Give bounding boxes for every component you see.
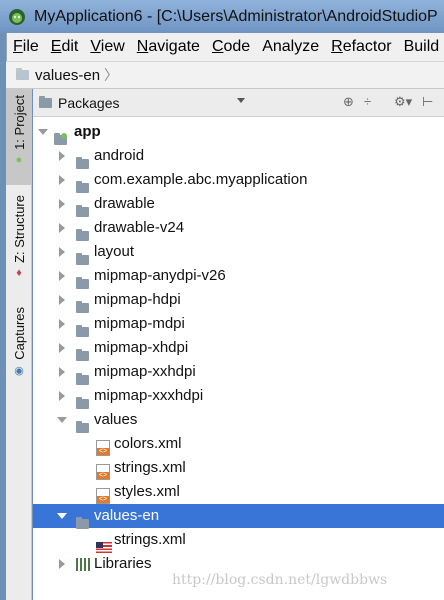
- tree-item-values[interactable]: values: [33, 408, 444, 433]
- captures-icon: ◉: [14, 364, 24, 377]
- tree-item-label: colors.xml: [114, 435, 182, 452]
- menu-build[interactable]: Build: [398, 38, 444, 56]
- menu-file[interactable]: File: [7, 38, 45, 56]
- chevron-right-icon[interactable]: [59, 223, 65, 233]
- chevron-right-icon[interactable]: [59, 319, 65, 329]
- tree-item-label: drawable: [94, 195, 155, 212]
- breadcrumb-item-values-en[interactable]: values-en: [35, 67, 100, 84]
- tree-item-label: mipmap-mdpi: [94, 315, 185, 332]
- menu-edit[interactable]: Edit: [45, 38, 85, 56]
- xml-file-icon: [96, 464, 110, 480]
- menu-bar: File Edit View Navigate Code Analyze Ref…: [6, 33, 444, 61]
- tree-item-label: mipmap-xxhdpi: [94, 363, 196, 380]
- chevron-down-icon[interactable]: [57, 513, 67, 519]
- tree-item-label: com.example.abc.myapplication: [94, 171, 308, 188]
- chevron-right-icon[interactable]: [59, 247, 65, 257]
- xml-file-icon: [96, 488, 110, 504]
- tree-item-mipmap-xxhdpi[interactable]: mipmap-xxhdpi: [33, 360, 444, 385]
- folder-icon: [16, 68, 29, 80]
- tree-item-styles-xml[interactable]: styles.xml: [33, 480, 444, 504]
- android-icon: ●: [15, 153, 23, 166]
- menu-view[interactable]: View: [84, 38, 130, 56]
- scroll-from-source-icon[interactable]: ⊕: [343, 94, 354, 110]
- tree-item-app[interactable]: app: [33, 120, 444, 145]
- tab-captures-label: Captures: [11, 307, 27, 360]
- tab-structure-label: Z: Structure: [11, 195, 27, 263]
- xml-file-icon: [96, 440, 110, 456]
- tree-item-mipmap-hdpi[interactable]: mipmap-hdpi: [33, 288, 444, 313]
- tree-item-mipmap-xxxhdpi[interactable]: mipmap-xxxhdpi: [33, 384, 444, 409]
- tree-item-label: Libraries: [94, 555, 152, 572]
- chevron-right-icon[interactable]: [59, 295, 65, 305]
- tree-item-label: mipmap-xxxhdpi: [94, 387, 204, 404]
- tab-captures[interactable]: Captures ◉: [6, 307, 32, 387]
- chevron-right-icon[interactable]: [59, 367, 65, 377]
- window-title: MyApplication6 - [C:\Users\Administrator…: [34, 7, 438, 25]
- tab-project[interactable]: 1: Project ●: [6, 89, 32, 185]
- chevron-right-icon[interactable]: [59, 175, 65, 185]
- tree-item-strings-xml-en[interactable]: strings.xml: [33, 528, 444, 553]
- chevron-down-icon[interactable]: [237, 98, 245, 103]
- tool-window-strip: 1: Project ● Z: Structure ♦ Captures ◉: [6, 89, 32, 600]
- tree-item-strings-xml[interactable]: strings.xml: [33, 456, 444, 480]
- tree-item-layout[interactable]: layout: [33, 240, 444, 265]
- breadcrumb: values-en 〉: [6, 61, 444, 89]
- tree-item-values-en[interactable]: values-en: [33, 504, 444, 529]
- window-title-bar[interactable]: MyApplication6 - [C:\Users\Administrator…: [0, 0, 444, 33]
- tree-item-label: values-en: [94, 507, 160, 524]
- menu-analyze[interactable]: Analyze: [256, 38, 325, 56]
- tree-item-colors-xml[interactable]: colors.xml: [33, 432, 444, 456]
- tree-item-android[interactable]: android: [33, 144, 444, 169]
- project-panel: Packages ⊕ ÷ ⚙▾ ⊢ app android com.exampl…: [33, 89, 444, 600]
- android-studio-icon: [9, 8, 25, 25]
- tree-item-label: app: [74, 123, 101, 140]
- chevron-right-icon[interactable]: [59, 343, 65, 353]
- tab-project-label: 1: Project: [11, 95, 27, 150]
- us-flag-icon: [96, 541, 112, 553]
- chevron-right-icon[interactable]: [59, 559, 65, 569]
- view-selector[interactable]: Packages: [58, 95, 119, 111]
- tab-structure[interactable]: Z: Structure ♦: [6, 195, 32, 291]
- tree-item-label: layout: [94, 243, 135, 260]
- tree-item-drawable[interactable]: drawable: [33, 192, 444, 217]
- chevron-right-icon[interactable]: [59, 391, 65, 401]
- tree-item-mipmap-mdpi[interactable]: mipmap-mdpi: [33, 312, 444, 337]
- tree-item-drawable-v24[interactable]: drawable-v24: [33, 216, 444, 241]
- menu-navigate[interactable]: Navigate: [131, 38, 206, 56]
- tree-item-label: values: [94, 411, 138, 428]
- tree-item-package[interactable]: com.example.abc.myapplication: [33, 168, 444, 193]
- tree-item-label: strings.xml: [114, 531, 186, 548]
- chevron-down-icon[interactable]: [38, 129, 48, 135]
- hide-panel-icon[interactable]: ⊢: [422, 94, 433, 110]
- structure-icon: ♦: [16, 266, 22, 279]
- tree-item-label: drawable-v24: [94, 219, 185, 236]
- android-badge-icon: [61, 133, 67, 139]
- chevron-right-icon[interactable]: [59, 271, 65, 281]
- tree-item-label: mipmap-xhdpi: [94, 339, 189, 356]
- packages-icon: [39, 95, 52, 108]
- chevron-down-icon[interactable]: [57, 417, 67, 423]
- tree-item-label: strings.xml: [114, 459, 186, 476]
- collapse-all-icon[interactable]: ÷: [364, 94, 371, 109]
- libraries-icon: [76, 558, 91, 571]
- tree-item-label: styles.xml: [114, 483, 180, 500]
- panel-header: Packages ⊕ ÷ ⚙▾ ⊢: [33, 89, 444, 117]
- chevron-right-icon[interactable]: [59, 199, 65, 209]
- menu-refactor[interactable]: Refactor: [325, 38, 397, 56]
- tree-item-label: android: [94, 147, 145, 164]
- tree-item-mipmap-xhdpi[interactable]: mipmap-xhdpi: [33, 336, 444, 361]
- watermark: http://blog.csdn.net/lgwdbbws: [172, 572, 388, 588]
- menu-code[interactable]: Code: [206, 38, 256, 56]
- tree-item-label: mipmap-anydpi-v26: [94, 267, 226, 284]
- tree-item-label: mipmap-hdpi: [94, 291, 181, 308]
- gear-icon[interactable]: ⚙▾: [394, 94, 412, 110]
- chevron-right-icon[interactable]: [59, 151, 65, 161]
- tree-item-mipmap-anydpi-v26[interactable]: mipmap-anydpi-v26: [33, 264, 444, 289]
- breadcrumb-separator: 〉: [104, 67, 119, 83]
